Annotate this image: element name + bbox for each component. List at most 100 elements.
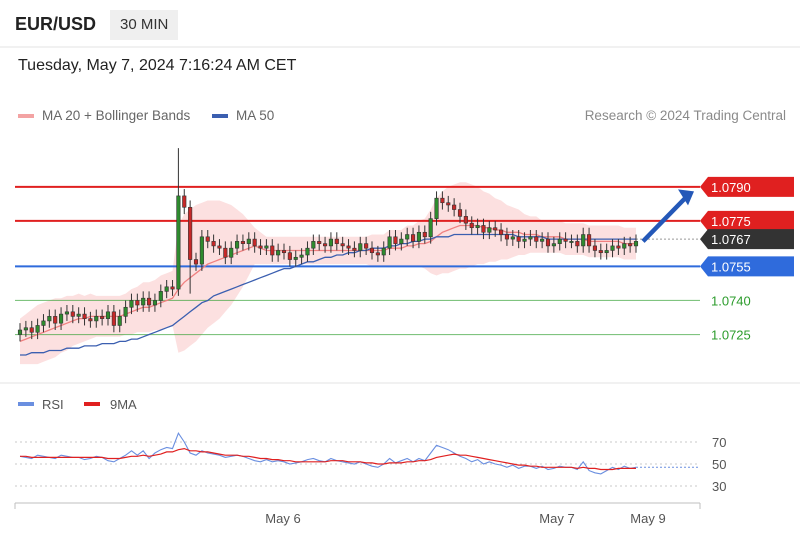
candle-body (211, 241, 216, 247)
rsi-ma9-swatch (84, 402, 100, 406)
candle-body (334, 238, 339, 244)
candle-body (610, 245, 615, 251)
level-badges: 1.0790 1.0775 1.0767 1.0755 1.0740 1.0725 (700, 176, 794, 343)
rsi-tick-label: 70 (712, 435, 726, 450)
candle-body (510, 236, 515, 240)
candle-body (23, 327, 28, 331)
candle-body (281, 250, 287, 254)
candle-body (346, 245, 351, 249)
candle-body (592, 245, 597, 251)
candle-body (399, 238, 404, 244)
candle-body (317, 241, 322, 244)
candle-body (229, 247, 234, 258)
candle-body (158, 291, 163, 301)
candle-body (387, 236, 392, 249)
candle-body (64, 311, 69, 315)
candle-body (604, 250, 609, 254)
candle-body (176, 195, 181, 290)
candle-body (457, 209, 463, 217)
level-label: 1.0740 (711, 293, 751, 308)
level-badge-label: 1.0775 (711, 214, 751, 229)
candle-body (53, 316, 58, 324)
candle-body (117, 316, 122, 326)
candle-body (287, 252, 292, 260)
candle-body (258, 245, 263, 249)
candle-body (94, 316, 99, 322)
x-tick-label: May 7 (539, 511, 574, 526)
candle-body (29, 327, 34, 333)
candle-body (575, 241, 580, 247)
candle-body (598, 250, 603, 254)
candle-body (587, 234, 592, 247)
x-tick-label: May 9 (630, 511, 665, 526)
candle-body (469, 222, 474, 229)
candle-body (135, 300, 140, 306)
candle-body (463, 216, 468, 224)
candle-body (311, 241, 316, 249)
candle-body (440, 197, 445, 204)
candle-body (35, 325, 40, 333)
rsi-tick-label: 50 (712, 457, 726, 472)
candle-body (17, 329, 23, 335)
candle-body (188, 206, 193, 260)
candle-body (217, 245, 222, 249)
candle-body (193, 259, 199, 265)
candle-body (375, 252, 380, 256)
candle-body (276, 250, 281, 256)
price-chart: 1.0790 1.0775 1.0767 1.0755 1.0740 1.0725 RSI… (0, 46, 800, 526)
level-badge-label: 1.0755 (711, 259, 751, 274)
rsi-tick-label: 30 (712, 479, 726, 494)
level-badge-label: 1.0767 (711, 232, 751, 247)
candle-body (76, 313, 81, 317)
candle-body (446, 202, 451, 206)
candle-body (522, 238, 527, 242)
candle-body (358, 243, 363, 251)
candle-body (487, 227, 492, 233)
candle-body (422, 231, 427, 238)
candle-body (628, 243, 633, 247)
candle-body (59, 313, 64, 324)
candle (182, 189, 187, 215)
candle-body (270, 245, 275, 256)
candle-body (123, 306, 128, 317)
candle-body (557, 238, 562, 244)
candle-body (252, 238, 257, 247)
level-badge-label: 1.0790 (711, 180, 751, 195)
candle-body (152, 300, 157, 306)
candle-body (622, 243, 627, 249)
candle-body (264, 245, 269, 249)
candle-body (182, 195, 187, 208)
candle-body (633, 241, 639, 247)
candle-body (416, 231, 421, 242)
candle-body (405, 234, 410, 240)
candle-body (299, 254, 304, 258)
candle-body (369, 247, 375, 254)
candle-body (340, 243, 345, 247)
candle-body (563, 238, 568, 242)
x-tick-label: May 6 (265, 511, 300, 526)
candle (176, 148, 181, 296)
bollinger-band-area (20, 182, 636, 365)
candle-body (164, 286, 169, 292)
candle-body (100, 316, 105, 319)
candle-body (545, 238, 551, 247)
candle-body (516, 236, 521, 242)
candle-body (499, 229, 504, 235)
candle-body (540, 238, 545, 242)
rsi-panel: 70 50 30 (15, 432, 726, 494)
candle-body (223, 247, 228, 258)
candle-body (551, 243, 556, 247)
rsi-swatch (18, 402, 34, 406)
forecast-arrow-shaft (641, 195, 688, 243)
candle-body (240, 241, 245, 244)
candle-body (504, 234, 509, 240)
rsi-ma9-label: 9MA (110, 397, 137, 412)
candle-body (352, 247, 357, 251)
candle-body (411, 234, 416, 242)
rsi-ma9-line (20, 447, 636, 471)
candle-body (147, 297, 152, 306)
level-label: 1.0725 (711, 328, 751, 343)
candle-body (246, 238, 251, 244)
candle-body (105, 311, 111, 319)
candle-body (111, 311, 116, 326)
